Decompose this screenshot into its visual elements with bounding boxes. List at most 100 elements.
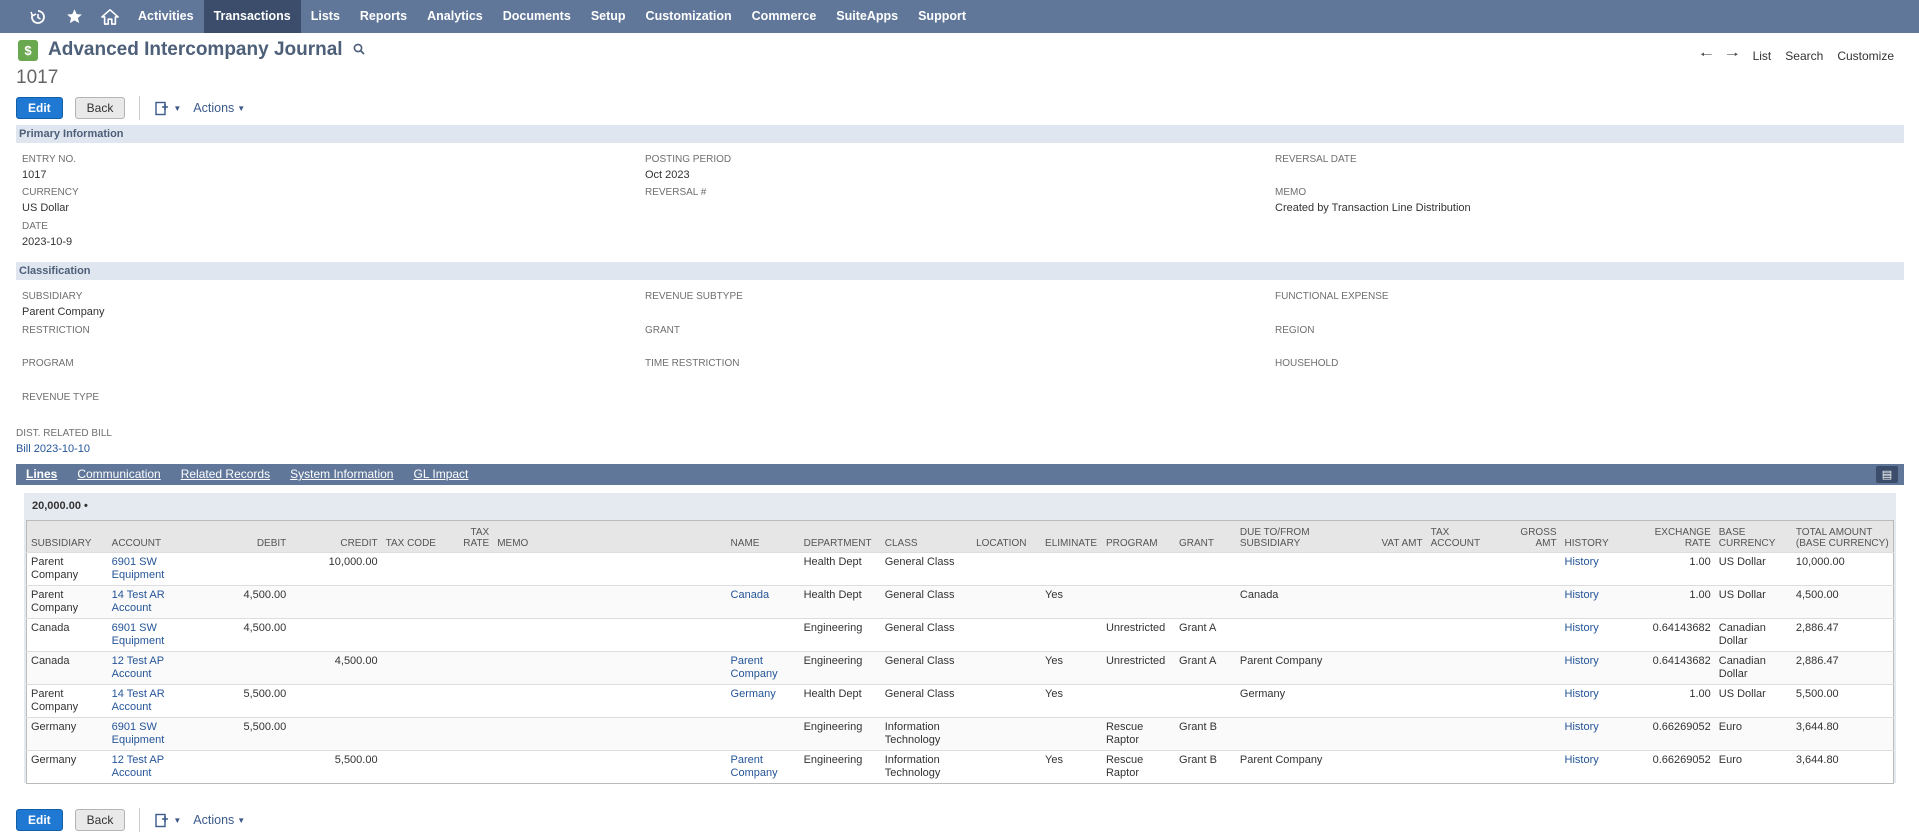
tab-gl-impact[interactable]: GL Impact [403,464,478,485]
field-value: Oct 2023 [645,169,690,181]
nav-analytics[interactable]: Analytics [417,0,493,33]
table-row[interactable]: Parent Company 14 Test AR Account 5,500.00… [26,684,1894,718]
nav-activities[interactable]: Activities [128,0,204,33]
restriction-field: RESTRICTION [22,325,90,336]
column-header[interactable]: DEBIT [197,521,290,553]
table-row[interactable]: Parent Company 14 Test AR Account 4,500.00… [26,585,1894,619]
column-header[interactable]: GROSS AMT [1498,521,1561,553]
column-header[interactable]: NAME [727,521,800,553]
nav-lists[interactable]: Lists [301,0,350,33]
column-header[interactable]: MEMO [493,521,726,553]
list-link[interactable]: List [1753,49,1772,63]
table-cell [726,717,800,751]
tab-communication[interactable]: Communication [67,464,170,485]
column-header[interactable]: CLASS [881,521,972,553]
table-cell [381,585,449,619]
table-cell: General Class [880,585,973,619]
column-header[interactable]: DUE TO/FROM SUBSIDIARY [1236,521,1366,553]
nav-customization[interactable]: Customization [636,0,742,33]
nav-documents[interactable]: Documents [493,0,581,33]
primary-information-header[interactable]: Primary Information [16,125,1904,143]
lines-panel: 20,000.00 • SUBSIDIARY ACCOUNT DEBIT CRE… [24,493,1896,784]
table-cell [1041,717,1102,751]
table-cell: Canada [26,651,108,685]
table-cell[interactable]: Parent Company [726,750,800,784]
table-cell: 3,644.80 [1791,717,1894,751]
arrow-left-icon[interactable]: 🠐 [1700,44,1712,68]
column-header[interactable]: TAX ACCOUNT [1427,521,1498,553]
column-header[interactable]: GRANT [1175,521,1236,553]
table-cell[interactable]: 14 Test AR Account [107,585,197,619]
tab-system-information[interactable]: System Information [280,464,403,485]
column-header[interactable]: SUBSIDIARY [27,521,108,553]
table-cell[interactable]: 12 Test AP Account [107,750,197,784]
table-cell[interactable]: History [1560,717,1628,751]
column-header[interactable]: TAX RATE [449,521,494,553]
subtab-bar: Lines Communication Related Records Syst… [16,464,1904,485]
nav-transactions[interactable]: Transactions [203,0,301,33]
edit-button[interactable]: Edit [16,809,63,831]
table-cell[interactable]: Parent Company [726,651,800,685]
back-button[interactable]: Back [74,809,126,831]
actions-menu[interactable]: Actions ▼ [193,101,245,115]
search-icon[interactable] [353,43,365,58]
column-header[interactable]: DEPARTMENT [800,521,881,553]
table-cell[interactable]: 14 Test AR Account [107,684,197,718]
table-cell[interactable]: 12 Test AP Account [107,651,197,685]
print-menu-icon[interactable]: ▼ [154,813,181,828]
table-cell[interactable]: 6901 SW Equipment [107,552,197,586]
star-icon[interactable] [56,0,92,33]
table-cell [196,552,291,586]
table-cell[interactable]: 6901 SW Equipment [107,717,197,751]
table-cell[interactable]: History [1560,618,1628,652]
column-header[interactable]: TAX CODE [382,521,449,553]
customize-link[interactable]: Customize [1837,49,1894,63]
home-icon[interactable] [92,0,128,33]
revenue-type-field: REVENUE TYPE [22,392,99,403]
column-header[interactable]: CREDIT [290,521,381,553]
table-row[interactable]: Germany 12 Test AP Account 5,500.00 Parent … [26,750,1894,784]
recent-records-icon[interactable] [20,0,56,33]
column-header[interactable]: ELIMINATE [1041,521,1102,553]
column-header[interactable]: TOTAL AMOUNT (BASE CURRENCY) [1792,521,1894,553]
classification-header[interactable]: Classification [16,262,1904,280]
column-header[interactable]: BASE CURRENCY [1715,521,1792,553]
dist-related-bill-link[interactable]: Bill 2023-10-10 [16,443,112,455]
edit-button[interactable]: Edit [16,97,63,119]
back-button[interactable]: Back [74,97,126,119]
tab-lines[interactable]: Lines [16,464,67,485]
table-cell [1041,618,1102,652]
table-cell[interactable]: History [1560,684,1628,718]
tab-related-records[interactable]: Related Records [171,464,280,485]
field-label: REVENUE SUBTYPE [645,291,743,302]
arrow-right-icon[interactable]: 🠒 [1726,44,1738,68]
field-label: CURRENCY [22,187,79,198]
table-cell[interactable]: History [1560,585,1628,619]
table-cell[interactable]: History [1560,651,1628,685]
table-row[interactable]: Canada 12 Test AP Account 4,500.00 Parent C… [26,651,1894,685]
column-header[interactable]: EXCHANGE RATE [1628,521,1715,553]
table-cell[interactable]: Canada [726,585,800,619]
table-cell[interactable]: History [1560,552,1628,586]
table-cell[interactable]: 6901 SW Equipment [107,618,197,652]
column-header[interactable]: HISTORY [1561,521,1628,553]
nav-setup[interactable]: Setup [581,0,636,33]
table-row[interactable]: Parent Company 6901 SW Equipment 10,000.00… [26,552,1894,586]
column-header[interactable]: LOCATION [972,521,1041,553]
nav-commerce[interactable]: Commerce [742,0,827,33]
search-link[interactable]: Search [1785,49,1823,63]
table-cell[interactable]: Germany [726,684,800,718]
print-menu-icon[interactable]: ▼ [154,101,181,116]
nav-support[interactable]: Support [908,0,976,33]
column-header[interactable]: VAT AMT [1366,521,1427,553]
menu-icon[interactable]: ▤ [1876,466,1898,483]
nav-suiteapps[interactable]: SuiteApps [826,0,908,33]
table-row[interactable]: Canada 6901 SW Equipment 4,500.00 Engineeri… [26,618,1894,652]
table-cell[interactable]: History [1560,750,1628,784]
actions-menu[interactable]: Actions ▼ [193,813,245,827]
table-cell: General Class [880,651,973,685]
table-row[interactable]: Germany 6901 SW Equipment 5,500.00 Engineer… [26,717,1894,751]
nav-reports[interactable]: Reports [350,0,417,33]
column-header[interactable]: PROGRAM [1102,521,1175,553]
column-header[interactable]: ACCOUNT [108,521,197,553]
